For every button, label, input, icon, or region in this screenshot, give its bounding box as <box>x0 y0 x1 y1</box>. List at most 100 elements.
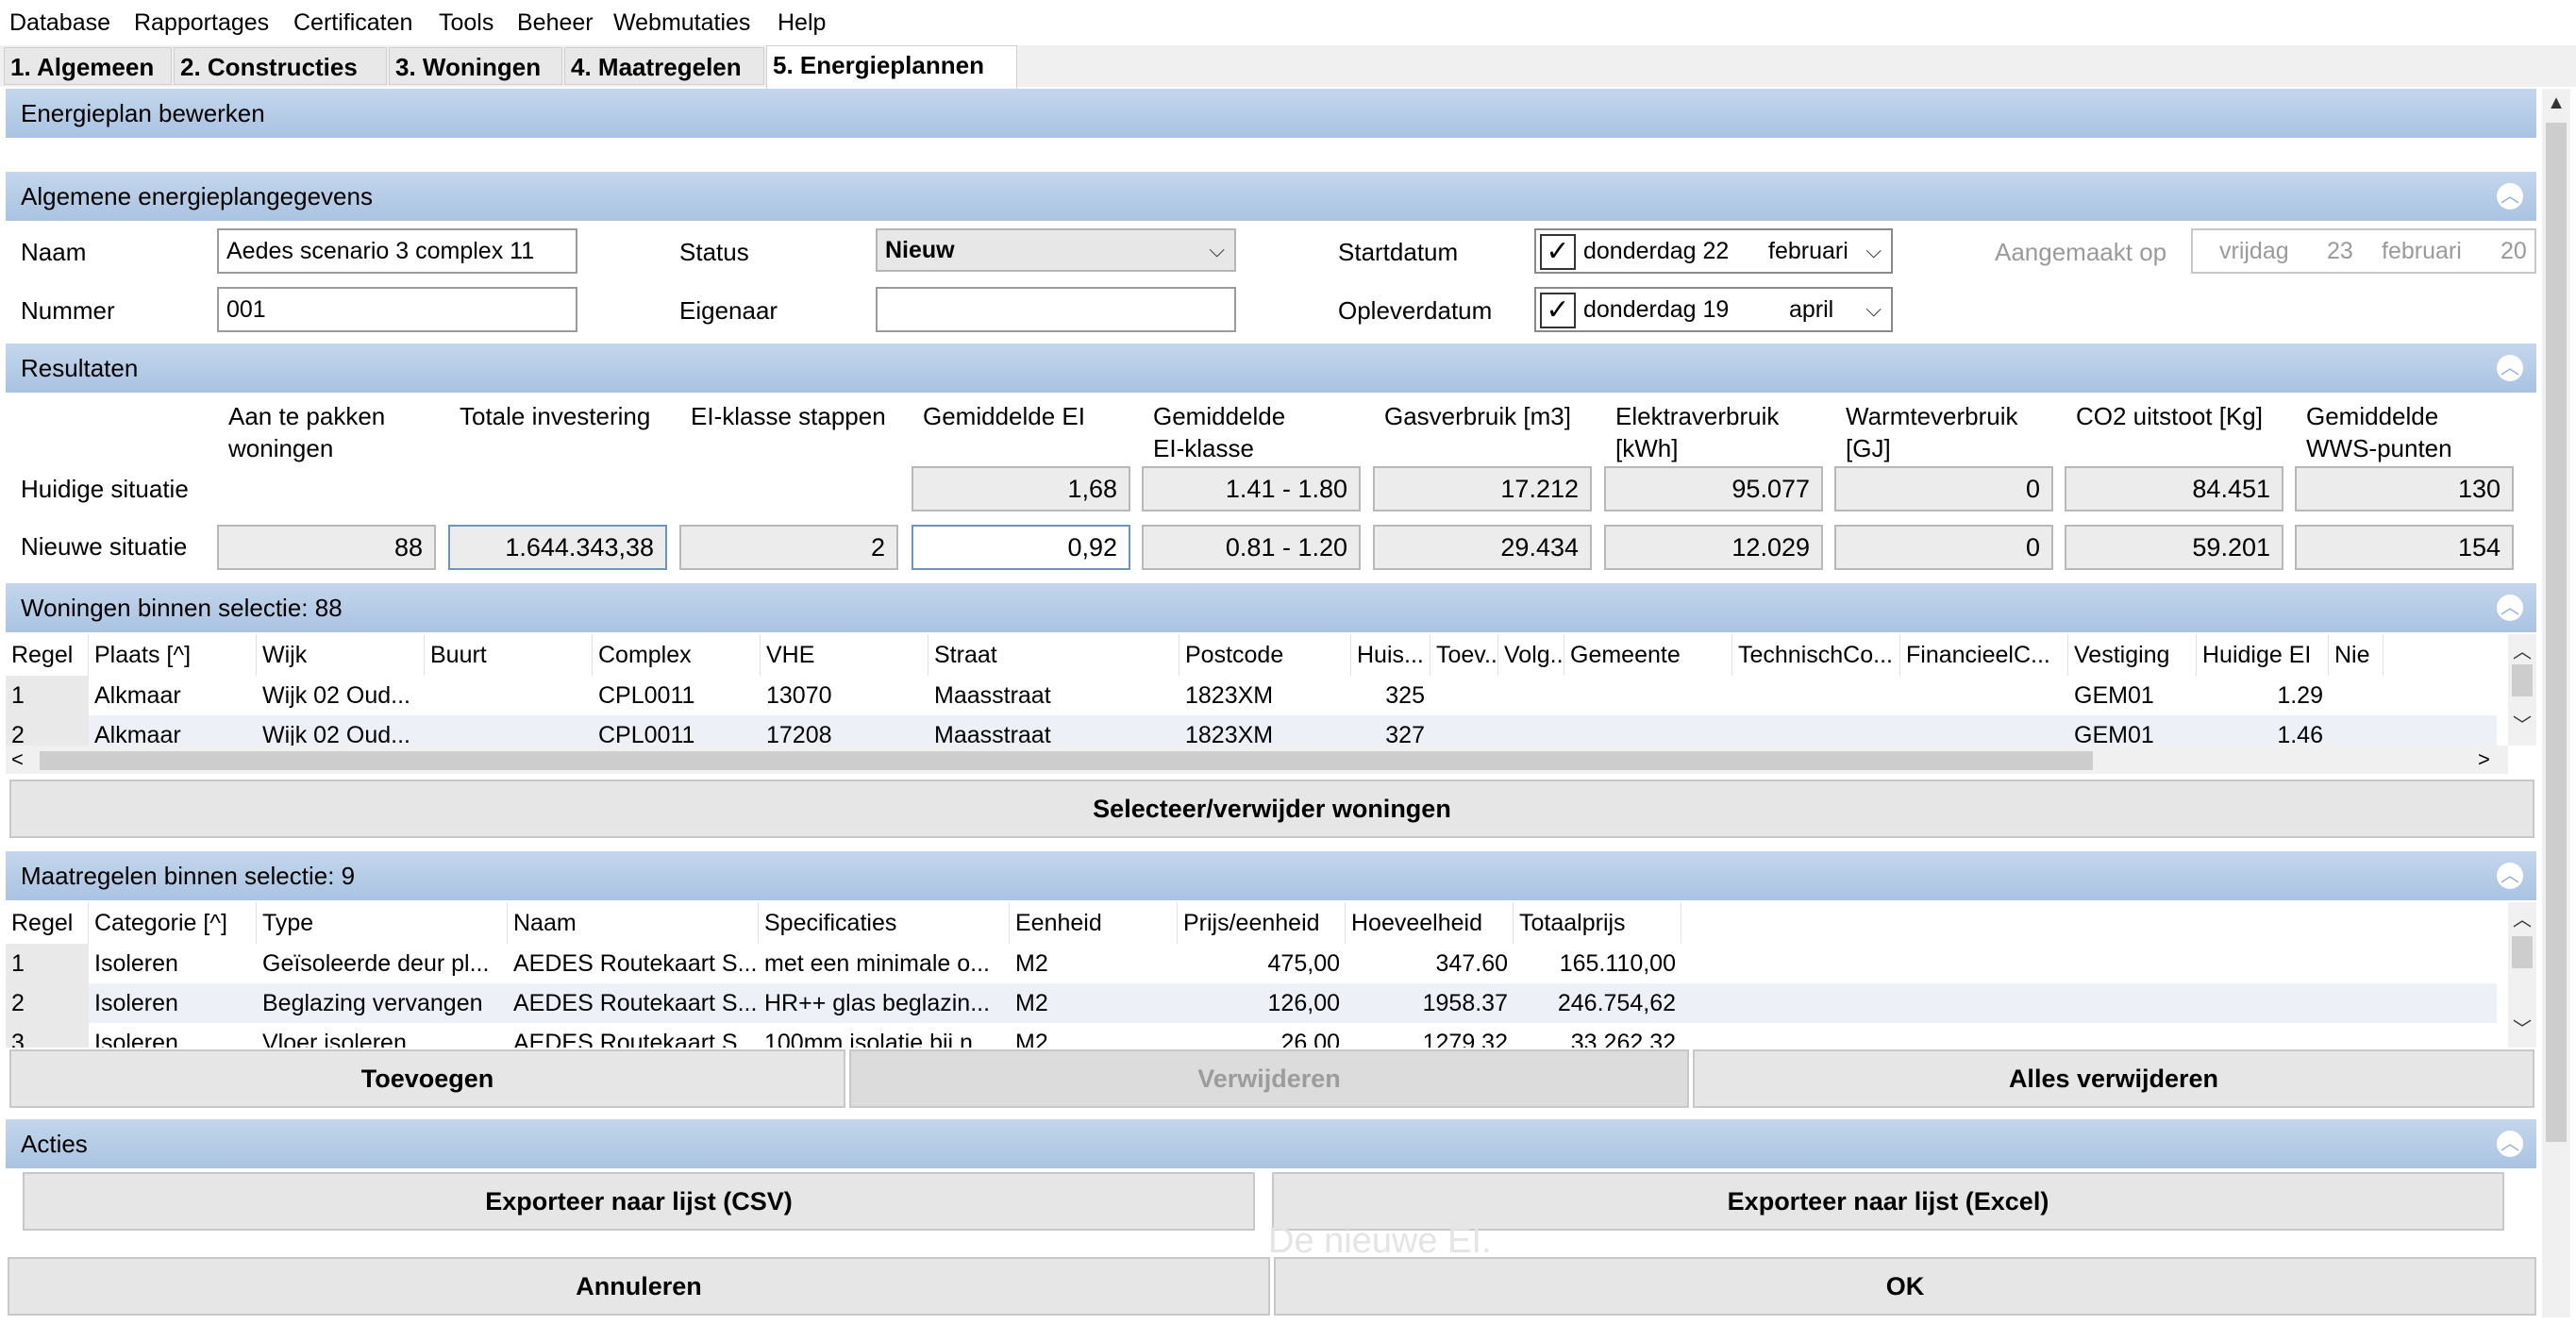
collapse-woningen-icon[interactable]: ︿ <box>2497 595 2523 621</box>
scroll-up-icon[interactable]: ︿ <box>2508 904 2536 931</box>
woningen-col-header[interactable]: Plaats [^] <box>89 634 257 676</box>
maatregelen-table[interactable]: Regel Categorie [^] Type Naam Specificaties E… <box>6 902 2536 1048</box>
nummer-field[interactable]: 001 <box>217 287 577 332</box>
woningen-hscroll-thumb[interactable] <box>40 751 2093 770</box>
maatregelen-cell: AEDES Routekaart S... <box>513 1030 758 1048</box>
menu-help[interactable]: Help <box>778 0 826 45</box>
woningen-col-header[interactable]: Complex <box>593 634 761 676</box>
woningen-col-header[interactable]: Volg... <box>1498 634 1564 676</box>
woningen-col-header[interactable]: Gemeente <box>1564 634 1732 676</box>
eigenaar-field[interactable] <box>876 287 1236 332</box>
woningen-cell <box>1732 676 1900 715</box>
table-row[interactable]: 1 Isoleren Geïsoleerde deur pl... AEDES Rou… <box>6 944 2497 983</box>
scroll-up-icon[interactable]: ▲ <box>2542 92 2570 114</box>
table-row[interactable]: 2 Isoleren Beglazing vervangen AEDES Routek… <box>6 983 2497 1023</box>
menu-beheer[interactable]: Beheer <box>517 0 594 45</box>
maatregelen-col-header[interactable]: Specificaties <box>759 902 1010 944</box>
maatregelen-col-header[interactable]: Categorie [^] <box>89 902 257 944</box>
woningen-col-header[interactable]: TechnischCo... <box>1732 634 1900 676</box>
woningen-table[interactable]: Regel Plaats [^] Wijk Buurt Complex VHE Straat… <box>6 634 2536 776</box>
woningen-col-header[interactable]: VHE <box>761 634 928 676</box>
results-col-header-line: Totale investering <box>460 402 651 430</box>
woningen-col-header[interactable]: Nie <box>2329 634 2384 676</box>
select-woningen-button[interactable]: Selecteer/verwijder woningen <box>9 780 2534 838</box>
maatregelen-cell: 475,00 <box>1267 950 1340 977</box>
maatregelen-col-header[interactable]: Hoeveelheid <box>1346 902 1514 944</box>
maatregelen-vscroll[interactable]: ︿ ﹀ <box>2508 902 2536 1048</box>
opleverdatum-picker[interactable]: ✓ donderdag 19 april ⌵ <box>1534 287 1893 332</box>
opleverdatum-checkbox[interactable]: ✓ <box>1540 293 1576 328</box>
nieuwe-value[interactable]: 0,92 <box>912 525 1130 570</box>
tab-maatregelen[interactable]: 4. Maatregelen <box>564 47 764 85</box>
collapse-general-icon[interactable]: ︿ <box>2497 183 2523 210</box>
table-row[interactable]: 1 Alkmaar Wijk 02 Oud... CPL0011 13070 Maasst… <box>6 676 2497 715</box>
chevron-down-icon[interactable]: ⌵ <box>1865 230 1882 272</box>
menu-database[interactable]: Database <box>9 0 110 45</box>
status-select[interactable]: Nieuw ⌵ <box>876 228 1236 272</box>
scroll-left-icon[interactable]: < <box>11 747 24 772</box>
maatregelen-col-header[interactable]: Eenheid <box>1010 902 1178 944</box>
maatregelen-col-header[interactable]: Regel <box>6 902 89 944</box>
huidige-situatie-label: Huidige situatie <box>21 475 189 503</box>
ok-button[interactable]: OK <box>1274 1257 2536 1316</box>
huidige-value: 17.212 <box>1373 466 1592 512</box>
menu-rapportages[interactable]: Rapportages <box>134 0 269 45</box>
woningen-vscroll[interactable]: ︿ ﹀ <box>2508 634 2536 746</box>
tab-algemeen[interactable]: 1. Algemeen <box>4 47 172 85</box>
woningen-col-header[interactable]: Regel <box>6 634 89 676</box>
maatregelen-col-header[interactable]: Type <box>257 902 508 944</box>
maatregelen-cell: 347.60 <box>1435 950 1508 977</box>
verwijderen-button[interactable]: Verwijderen <box>849 1049 1689 1108</box>
maatregelen-col-header[interactable]: Naam <box>508 902 759 944</box>
woningen-col-header[interactable]: Buurt <box>425 634 593 676</box>
alles-verwijderen-button[interactable]: Alles verwijderen <box>1693 1049 2534 1108</box>
scroll-right-icon[interactable]: > <box>2478 747 2490 772</box>
woningen-col-header[interactable]: Toev... <box>1430 634 1498 676</box>
main-scrollbar[interactable]: ▲ <box>2542 89 2570 1317</box>
woningen-col-header[interactable]: Straat <box>928 634 1179 676</box>
woningen-cell <box>2329 676 2384 715</box>
woningen-col-header[interactable]: FinancieelC... <box>1900 634 2068 676</box>
woningen-hscroll[interactable]: < > <box>6 746 2508 774</box>
aangemaakt-picker: vrijdag 23 februari 20 <box>2191 228 2536 274</box>
scroll-down-icon[interactable]: ﹀ <box>2508 1014 2536 1041</box>
collapse-acties-icon[interactable]: ︿ <box>2497 1131 2523 1157</box>
woningen-col-header[interactable]: Huidige EI <box>2197 634 2329 676</box>
general-section-header: Algemene energieplangegevens ︿ <box>6 172 2536 221</box>
woningen-col-header[interactable]: Huis... <box>1351 634 1430 676</box>
menu-certificaten[interactable]: Certificaten <box>293 0 412 45</box>
maatregelen-section-title: Maatregelen binnen selectie: 9 <box>21 862 356 890</box>
startdatum-checkbox[interactable]: ✓ <box>1540 234 1576 270</box>
table-row[interactable]: 3 Isoleren Vloer isoleren AEDES Routekaart … <box>6 1023 2497 1048</box>
maatregelen-cell: M2 <box>1015 950 1048 977</box>
naam-field[interactable]: Aedes scenario 3 complex 11 <box>217 228 577 274</box>
menu-webmutaties[interactable]: Webmutaties <box>613 0 750 45</box>
maatregelen-col-header[interactable]: Totaalprijs <box>1514 902 1681 944</box>
results-col-header: Gemiddelde WWS-punten <box>2306 400 2544 464</box>
scroll-down-icon[interactable]: ﹀ <box>2508 710 2536 737</box>
collapse-results-icon[interactable]: ︿ <box>2497 355 2523 381</box>
woningen-col-header[interactable]: Wijk <box>257 634 425 676</box>
maatregelen-cell: Vloer isoleren <box>262 1030 407 1048</box>
startdatum-picker[interactable]: ✓ donderdag 22 februari ⌵ <box>1534 228 1893 274</box>
nieuwe-value: 2 <box>679 525 898 570</box>
results-col-header-line: Elektraverbruik <box>1615 402 1780 430</box>
annuleren-button[interactable]: Annuleren <box>8 1257 1270 1316</box>
woningen-vscroll-thumb[interactable] <box>2512 664 2533 696</box>
maatregelen-vscroll-thumb[interactable] <box>2512 936 2533 968</box>
scroll-up-icon[interactable]: ︿ <box>2508 636 2536 663</box>
toevoegen-button[interactable]: Toevoegen <box>9 1049 845 1108</box>
tab-constructies[interactable]: 2. Constructies <box>174 47 387 85</box>
collapse-maatregelen-icon[interactable]: ︿ <box>2497 863 2523 889</box>
woningen-col-header[interactable]: Vestiging <box>2068 634 2197 676</box>
export-csv-button[interactable]: Exporteer naar lijst (CSV) <box>23 1172 1255 1231</box>
tab-energieplannen[interactable]: 5. Energieplannen <box>766 45 1017 89</box>
chevron-down-icon[interactable]: ⌵ <box>1865 289 1882 330</box>
results-col-header-line: woningen <box>228 434 334 462</box>
maatregelen-col-header[interactable]: Prijs/eenheid <box>1178 902 1346 944</box>
tab-woningen[interactable]: 3. Woningen <box>389 47 562 85</box>
results-col-header: Gemiddelde EI <box>923 400 1161 432</box>
main-scroll-thumb[interactable] <box>2546 123 2567 1142</box>
menu-tools[interactable]: Tools <box>439 0 493 45</box>
woningen-col-header[interactable]: Postcode <box>1179 634 1351 676</box>
